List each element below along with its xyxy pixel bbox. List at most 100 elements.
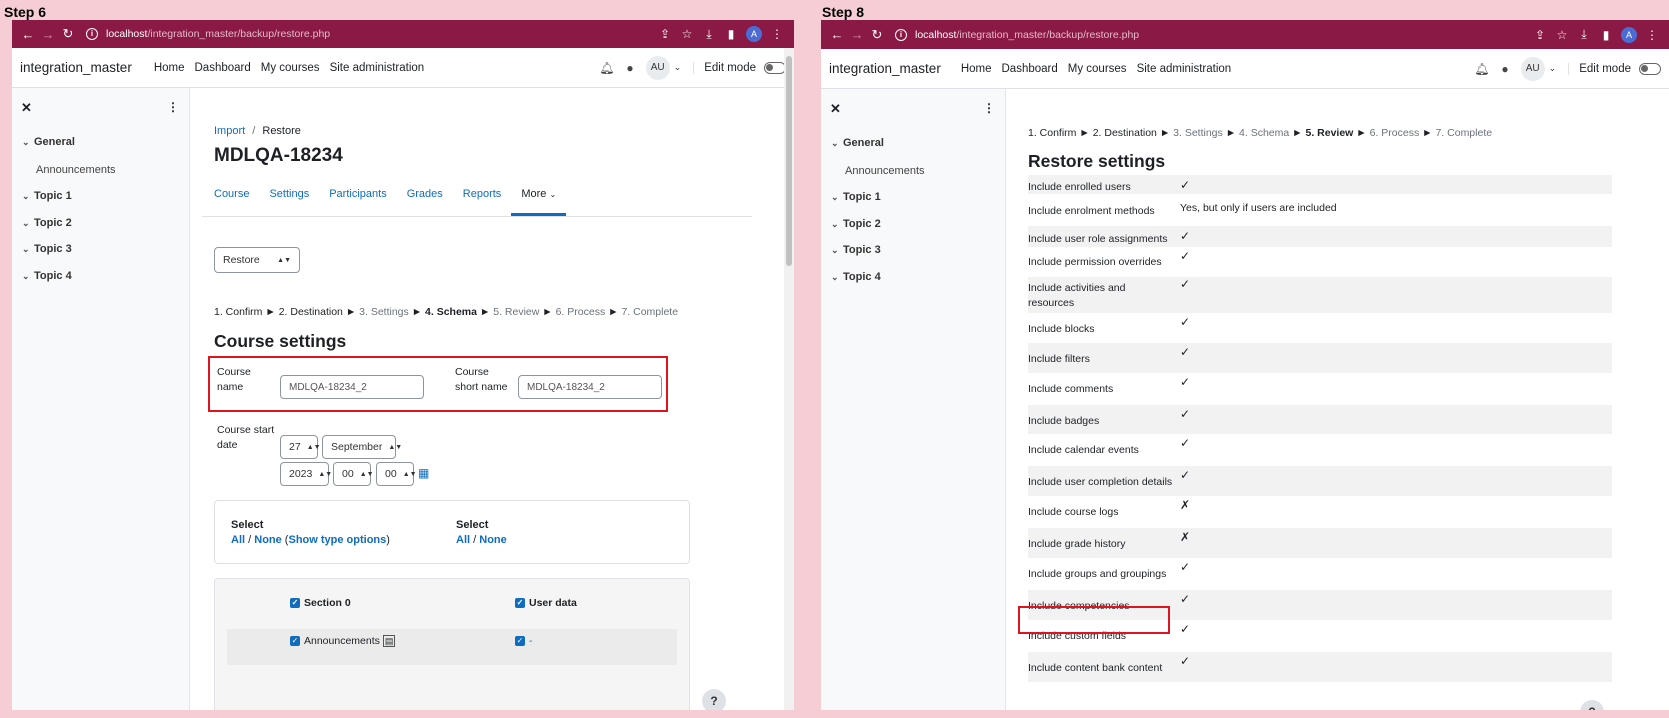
profile-icon[interactable]: A	[746, 26, 762, 42]
day-select[interactable]: 27 ▲▼	[280, 435, 321, 459]
kebab-menu-icon[interactable]: ⋮	[983, 101, 995, 115]
select-none-link[interactable]: None	[254, 534, 282, 546]
reload-icon[interactable]: ↻	[58, 26, 78, 42]
tab-participants[interactable]: Participants	[319, 188, 396, 216]
select-all-link[interactable]: All	[231, 534, 245, 546]
chevron-down-icon[interactable]: ⌄	[1549, 63, 1557, 74]
nav-my-courses[interactable]: My courses	[1068, 63, 1127, 75]
year-select[interactable]: 2023 ▲▼	[280, 462, 332, 486]
drawer-section-general[interactable]: ⌄ General	[831, 137, 884, 149]
userdata-checkbox-row[interactable]: ✓ User data	[515, 597, 577, 609]
hour-value: 00	[342, 468, 354, 480]
tab-course[interactable]: Course	[204, 188, 259, 216]
restore-select[interactable]: Restore ▲▼	[214, 247, 300, 273]
edit-mode-toggle[interactable]	[1639, 62, 1661, 75]
minute-select[interactable]: 00 ▲▼	[376, 462, 417, 486]
drawer-section-topic-4[interactable]: ⌄ Topic 4	[831, 271, 881, 283]
nav-home[interactable]: Home	[961, 63, 992, 75]
show-type-options-link[interactable]: Show type options	[288, 534, 386, 546]
avatar[interactable]: AU	[645, 55, 670, 80]
tab-reports[interactable]: Reports	[453, 188, 512, 216]
help-button[interactable]: ?	[1580, 700, 1604, 710]
back-icon[interactable]: ←	[827, 27, 847, 42]
forward-icon[interactable]: →	[38, 27, 58, 42]
drawer-section-topic-4[interactable]: ⌄ Topic 4	[22, 270, 72, 282]
nav-site-admin[interactable]: Site administration	[330, 62, 425, 74]
download-icon[interactable]: ⤓	[698, 27, 720, 42]
back-icon[interactable]: ←	[18, 27, 38, 42]
star-icon[interactable]: ☆	[1551, 28, 1573, 42]
step-destination: 2. Destination	[1092, 127, 1157, 139]
userdata-label: User data	[529, 597, 577, 609]
day-value: 27	[289, 441, 301, 453]
download-icon[interactable]: ⤓	[1573, 27, 1595, 42]
nav-my-courses[interactable]: My courses	[261, 62, 320, 74]
drawer-section-topic-1[interactable]: ⌄ Topic 1	[22, 190, 72, 202]
site-brand[interactable]: integration_master	[20, 60, 132, 75]
profile-icon[interactable]: A	[1621, 26, 1637, 43]
star-icon[interactable]: ☆	[676, 27, 698, 41]
month-select[interactable]: September ▲▼	[322, 435, 402, 459]
help-button[interactable]: ?	[702, 689, 726, 710]
chevron-down-icon[interactable]: ⌄	[674, 62, 682, 73]
menu-icon[interactable]: ⋮	[1641, 28, 1663, 42]
sidepanel-icon[interactable]: ▮	[1595, 28, 1617, 42]
settings-row: Include user role assignments ✓	[1028, 226, 1612, 247]
edit-mode-toggle[interactable]	[764, 61, 786, 74]
kebab-menu-icon[interactable]: ⋮	[167, 100, 179, 114]
info-icon[interactable]: i	[895, 28, 907, 41]
page-scrollbar[interactable]	[784, 48, 794, 710]
select-all-link-2[interactable]: All	[456, 534, 470, 546]
drawer-item-announcements[interactable]: Announcements	[845, 165, 925, 177]
announcements-userdata-row[interactable]: ✓ -	[515, 635, 533, 647]
address-bar[interactable]: i localhost/integration_master/backup/re…	[86, 28, 654, 40]
tab-grades[interactable]: Grades	[397, 188, 453, 216]
section0-checkbox-row[interactable]: ✓ Section 0	[290, 597, 351, 609]
info-icon[interactable]: i	[86, 28, 98, 40]
scrollbar-thumb[interactable]	[786, 56, 792, 266]
check-icon: ✓	[1180, 560, 1191, 574]
reload-icon[interactable]: ↻	[867, 27, 887, 43]
sidepanel-icon[interactable]: ▮	[720, 27, 742, 41]
settings-row: Include enrolment methods Yes, but only i…	[1028, 194, 1612, 226]
tab-more[interactable]: More ⌄	[511, 188, 567, 216]
menu-icon[interactable]: ⋮	[766, 27, 788, 41]
drawer-section-topic-2[interactable]: ⌄ Topic 2	[831, 218, 881, 230]
avatar[interactable]: AU	[1520, 56, 1545, 81]
drawer-section-topic-3[interactable]: ⌄ Topic 3	[22, 243, 72, 255]
drawer-section-label: Topic 4	[843, 271, 881, 283]
drawer-item-announcements[interactable]: Announcements	[36, 164, 116, 176]
checkbox[interactable]: ✓	[290, 636, 300, 647]
breadcrumb-import-link[interactable]: Import	[214, 125, 245, 137]
drawer-section-topic-2[interactable]: ⌄ Topic 2	[22, 217, 72, 229]
tab-settings[interactable]: Settings	[259, 188, 319, 216]
checkbox[interactable]: ✓	[290, 598, 300, 609]
hour-select[interactable]: 00 ▲▼	[333, 462, 374, 486]
nav-site-admin[interactable]: Site administration	[1137, 63, 1232, 75]
forward-icon[interactable]: →	[847, 27, 867, 42]
site-brand[interactable]: integration_master	[829, 61, 941, 76]
address-bar[interactable]: i localhost/integration_master/backup/re…	[895, 28, 1529, 41]
course-name-field[interactable]: MDLQA-18234_2	[280, 375, 424, 399]
step-arrow: ►	[1159, 127, 1171, 139]
chat-icon[interactable]: ●	[626, 61, 633, 75]
drawer-section-general[interactable]: ⌄ General	[22, 136, 75, 148]
announcements-checkbox-row[interactable]: ✓ Announcements ▤	[290, 635, 396, 647]
close-icon[interactable]: ✕	[21, 100, 32, 116]
checkbox[interactable]: ✓	[515, 636, 525, 647]
bell-icon[interactable]: 🔔︎	[599, 61, 614, 75]
calendar-icon[interactable]: ▦	[418, 466, 429, 480]
checkbox[interactable]: ✓	[515, 598, 525, 609]
drawer-section-topic-1[interactable]: ⌄ Topic 1	[831, 191, 881, 203]
close-icon[interactable]: ✕	[830, 101, 841, 117]
bell-icon[interactable]: 🔔︎	[1474, 62, 1489, 76]
select-none-link-2[interactable]: None	[479, 534, 507, 546]
nav-home[interactable]: Home	[154, 62, 185, 74]
share-icon[interactable]: ⇪	[1529, 28, 1551, 42]
share-icon[interactable]: ⇪	[654, 27, 676, 41]
chat-icon[interactable]: ●	[1501, 62, 1508, 76]
drawer-section-topic-3[interactable]: ⌄ Topic 3	[831, 244, 881, 256]
nav-dashboard[interactable]: Dashboard	[1002, 63, 1058, 75]
short-name-field[interactable]: MDLQA-18234_2	[518, 375, 662, 399]
nav-dashboard[interactable]: Dashboard	[195, 62, 251, 74]
